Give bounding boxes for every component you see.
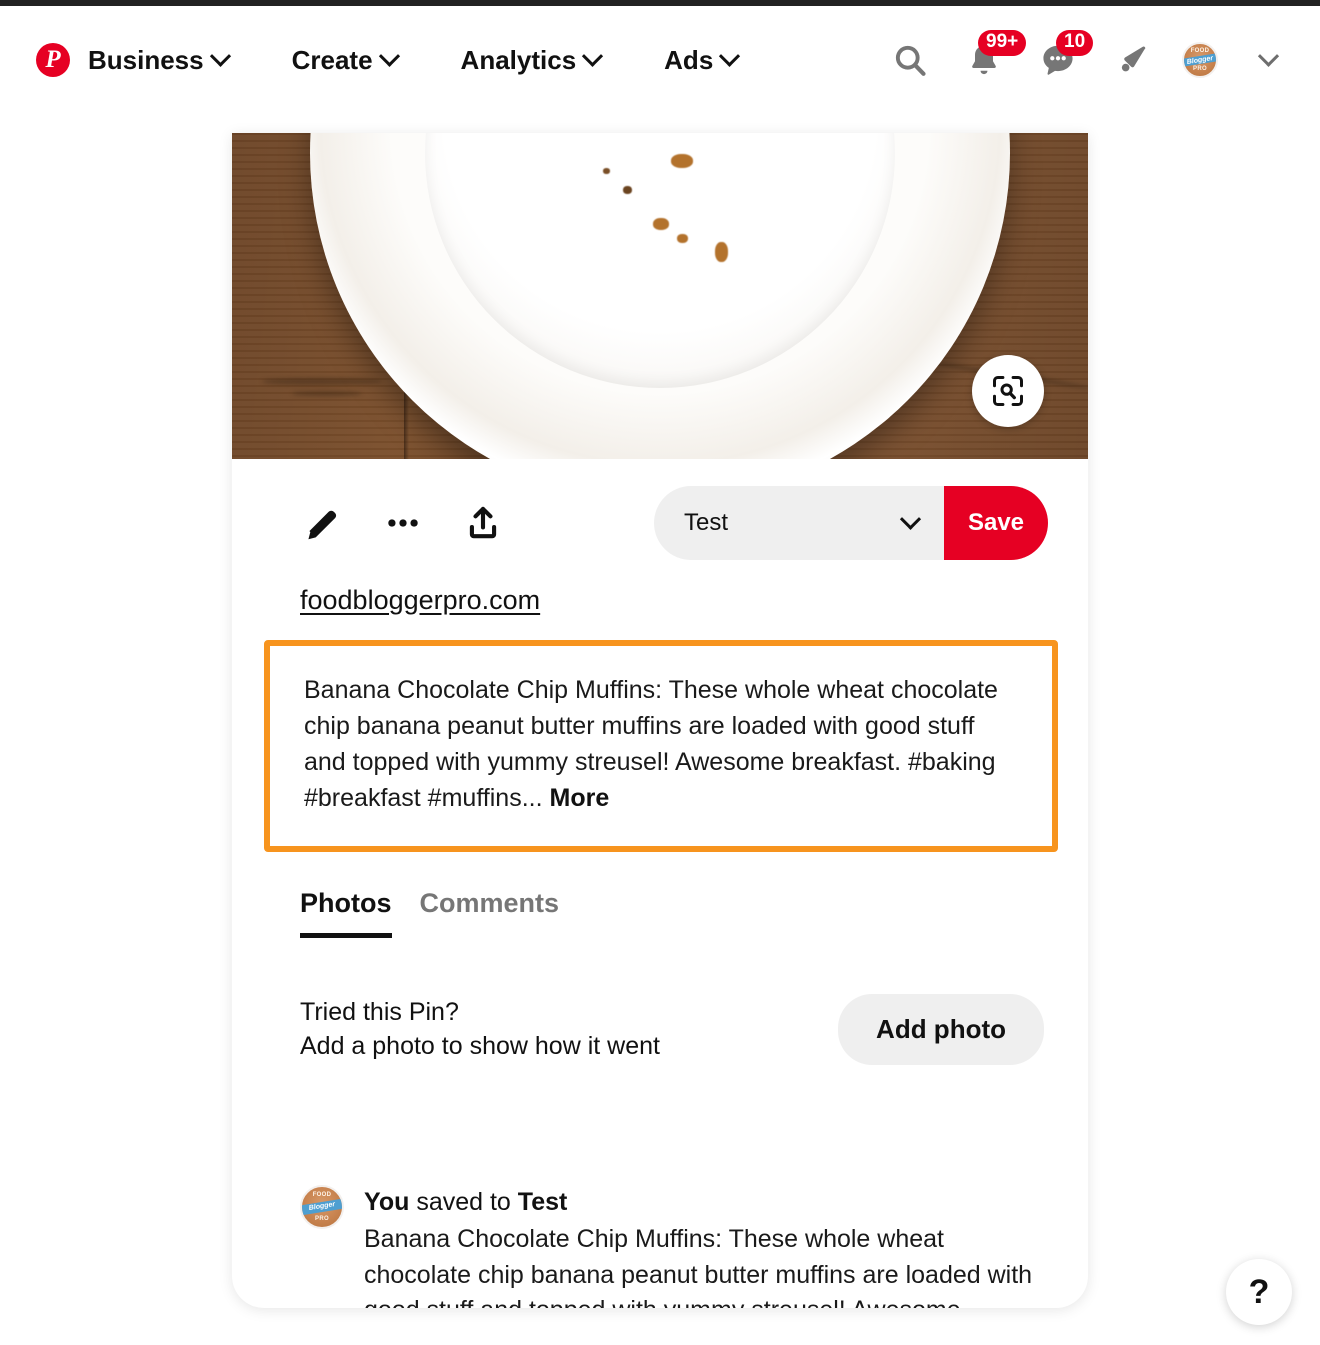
nav-item-ads[interactable]: Ads — [664, 44, 741, 76]
pin-image[interactable] — [232, 133, 1088, 459]
activity-avatar[interactable]: FOOD Blogger PRO — [300, 1185, 344, 1229]
add-photo-button[interactable]: Add photo — [838, 994, 1044, 1065]
ellipsis-icon — [388, 519, 418, 527]
wood-grain — [262, 378, 382, 385]
crumb — [623, 186, 632, 194]
activity-body: You saved to Test Banana Chocolate Chip … — [364, 1185, 1040, 1308]
crumb — [677, 234, 688, 243]
pin-actions-row: Test Save — [232, 459, 1088, 560]
nav-item-create-label: Create — [291, 44, 373, 75]
chevron-down-icon — [1257, 45, 1279, 67]
pin-description-more-link[interactable]: More — [550, 784, 610, 812]
notifications-button[interactable]: 99+ — [960, 30, 1027, 84]
source-url-link[interactable]: foodbloggerpro.com — [300, 585, 540, 616]
pencil-icon — [308, 510, 337, 540]
share-upload-icon — [469, 506, 497, 539]
visual-search-button[interactable] — [972, 355, 1044, 427]
more-options-button[interactable] — [380, 500, 426, 546]
tried-this-pin-subtitle: Add a photo to show how it went — [300, 1031, 660, 1060]
chevron-down-icon — [378, 45, 400, 67]
avatar[interactable]: FOOD Blogger PRO — [1182, 42, 1218, 78]
pinterest-logo-icon: P — [36, 43, 70, 77]
search-icon — [895, 45, 926, 76]
avatar-bottom-text: PRO — [1193, 66, 1207, 73]
pin-detail-card: Test Save foodbloggerpro.com Banana Choc… — [232, 133, 1088, 1308]
activity-description: Banana Chocolate Chip Muffins: These who… — [364, 1222, 1040, 1308]
plate-inner-shape — [425, 133, 895, 388]
edit-pin-button[interactable] — [300, 500, 346, 546]
save-controls: Test Save — [654, 486, 1048, 560]
chevron-down-icon — [719, 45, 741, 67]
tried-this-pin-section: Tried this Pin? Add a photo to show how … — [300, 994, 1044, 1065]
crumb — [603, 168, 610, 174]
tried-this-pin-copy: Tried this Pin? Add a photo to show how … — [300, 996, 660, 1064]
plate-shape — [310, 133, 1010, 459]
activity-actor: You — [364, 1188, 410, 1216]
pin-tabs: Photos Comments — [300, 888, 1088, 938]
nav-item-analytics-label: Analytics — [460, 44, 577, 75]
nav-item-analytics[interactable]: Analytics — [460, 44, 604, 76]
account-menu-button[interactable] — [1244, 36, 1292, 84]
crumb — [715, 242, 728, 262]
header-actions: 99+ 10 FOOD Blogger PRO — [886, 30, 1292, 84]
avatar-top-text: FOOD — [312, 1192, 332, 1199]
help-button[interactable]: ? — [1226, 1259, 1292, 1325]
wood-grain — [292, 391, 362, 396]
pin-description: Banana Chocolate Chip Muffins: These who… — [304, 672, 1022, 816]
chevron-down-icon — [582, 45, 604, 67]
pin-description-highlight: Banana Chocolate Chip Muffins: These who… — [264, 640, 1058, 852]
chevron-down-icon — [899, 508, 922, 530]
share-pin-button[interactable] — [460, 500, 506, 546]
chevron-down-icon — [209, 45, 231, 67]
tab-comments[interactable]: Comments — [420, 888, 560, 938]
crumb — [671, 154, 693, 168]
pin-description-text: Banana Chocolate Chip Muffins: These who… — [304, 676, 998, 812]
messages-button[interactable]: 10 — [1034, 30, 1094, 84]
board-select[interactable]: Test — [654, 486, 944, 560]
save-button[interactable]: Save — [944, 486, 1048, 560]
nav-item-ads-label: Ads — [664, 44, 714, 75]
crumb — [653, 218, 669, 230]
activity-description-text: Banana Chocolate Chip Muffins: These who… — [364, 1225, 1033, 1308]
nav-item-business[interactable]: Business — [88, 44, 231, 76]
board-select-value: Test — [684, 509, 729, 536]
search-button[interactable] — [886, 36, 934, 84]
messages-badge: 10 — [1056, 30, 1094, 56]
primary-nav: Business Create Analytics Ads — [70, 44, 741, 76]
nav-item-create[interactable]: Create — [291, 44, 400, 76]
pinterest-logo[interactable]: P — [36, 43, 70, 77]
avatar-bottom-text: PRO — [315, 1216, 329, 1223]
avatar-ribbon-text: Blogger — [1186, 54, 1214, 66]
nav-item-business-label: Business — [88, 44, 204, 75]
activity-action: saved to — [416, 1188, 511, 1216]
tab-photos[interactable]: Photos — [300, 888, 392, 938]
activity-headline: You saved to Test — [364, 1185, 1040, 1220]
pinterest-header: P Business Create Analytics Ads 99+ 10 F… — [0, 6, 1320, 114]
tried-this-pin-title: Tried this Pin? — [300, 997, 459, 1026]
activity-board: Test — [517, 1188, 568, 1216]
activity-item: FOOD Blogger PRO You saved to Test Banan… — [300, 1185, 1040, 1308]
notifications-badge: 99+ — [978, 30, 1027, 56]
announcements-button[interactable] — [1108, 36, 1156, 84]
megaphone-icon — [1121, 46, 1146, 72]
visual-search-icon — [993, 376, 1023, 406]
